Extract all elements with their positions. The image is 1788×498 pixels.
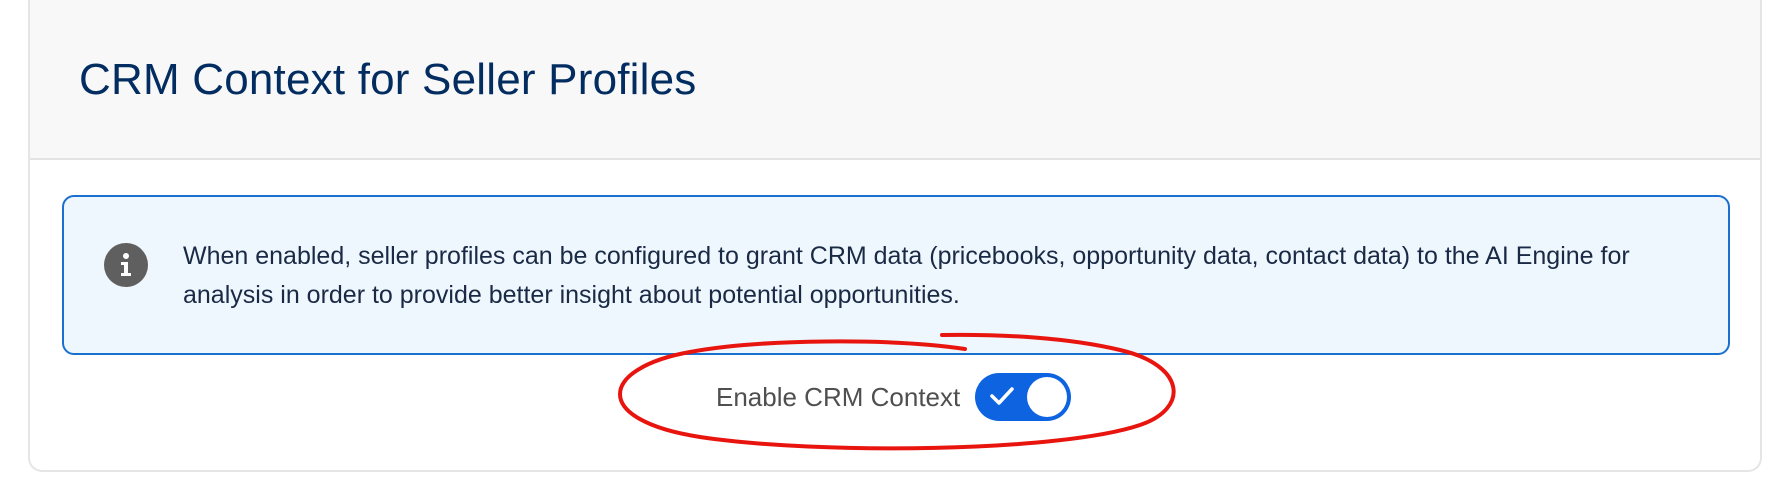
card-title: CRM Context for Seller Profiles	[79, 55, 697, 104]
toggle-knob	[1027, 377, 1068, 417]
info-icon	[104, 243, 148, 287]
info-text: When enabled, seller profiles can be con…	[183, 242, 1630, 309]
info-notice: When enabled, seller profiles can be con…	[62, 195, 1730, 355]
enable-crm-context-toggle[interactable]	[975, 373, 1072, 421]
card-header: CRM Context for Seller Profiles	[30, 0, 1760, 160]
settings-card: CRM Context for Seller Profiles When ena…	[28, 0, 1762, 472]
checkmark-icon	[990, 387, 1014, 405]
crm-context-toggle-row: Enable CRM Context	[716, 372, 1072, 422]
toggle-label: Enable CRM Context	[716, 381, 961, 412]
